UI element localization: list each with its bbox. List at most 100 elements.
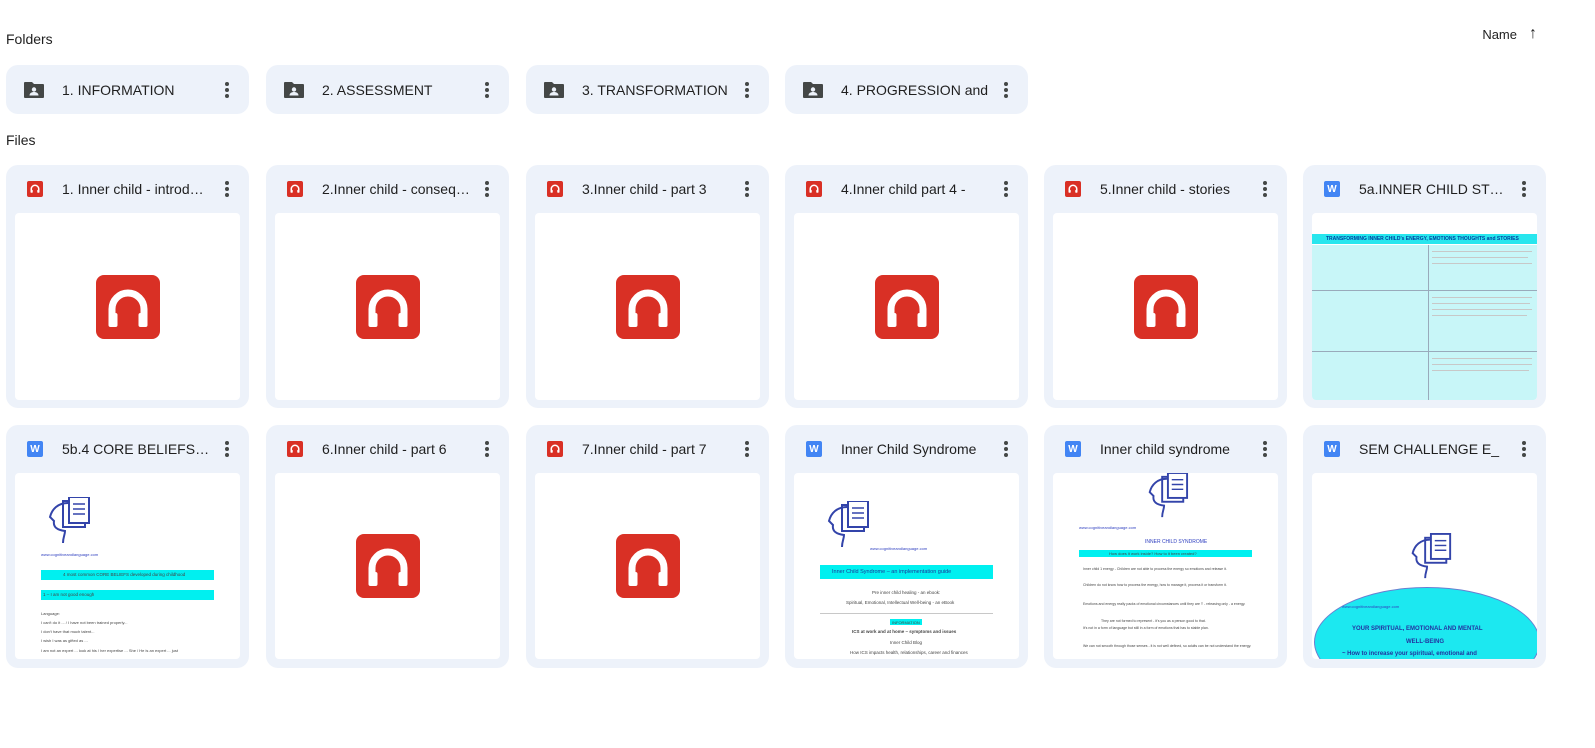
headphones-icon xyxy=(874,274,939,339)
more-actions-icon[interactable] xyxy=(1257,180,1273,198)
document-url: www.cognitiveandlanguage.com xyxy=(1342,604,1400,609)
file-thumbnail xyxy=(275,213,500,400)
file-name: 7.Inner child - part 7 xyxy=(582,441,707,457)
file-card[interactable]: 6.Inner child - part 6 xyxy=(266,425,509,668)
file-card[interactable]: W 5a.INNER CHILD STORIES TRANSFORMING IN… xyxy=(1303,165,1546,408)
document-text-line: I can't do it ... / I have not been trai… xyxy=(41,620,128,625)
shared-folder-icon xyxy=(544,81,564,98)
more-actions-icon[interactable] xyxy=(739,440,755,458)
document-title-text: INNER CHILD SYNDROME xyxy=(1145,539,1208,545)
file-card[interactable]: 2.Inner child - consequences xyxy=(266,165,509,408)
document-text-line: YOUR SPIRITUAL, EMOTIONAL AND MENTAL xyxy=(1352,626,1483,632)
more-actions-icon[interactable] xyxy=(219,81,235,99)
audio-file-icon xyxy=(287,181,303,197)
file-name: SEM CHALLENGE E_ xyxy=(1359,441,1500,457)
file-name: 3.Inner child - part 3 xyxy=(582,181,707,197)
document-text-line: Inner child 1 energy - Children are not … xyxy=(1083,567,1227,571)
file-name: 5b.4 CORE BELIEFS.docx xyxy=(62,441,210,457)
more-actions-icon[interactable] xyxy=(1516,180,1532,198)
headphones-icon xyxy=(95,274,160,339)
file-card[interactable]: 3.Inner child - part 3 xyxy=(526,165,769,408)
more-actions-icon[interactable] xyxy=(1516,440,1532,458)
headphones-icon xyxy=(615,274,680,339)
document-text-line: Children do not know how to process the … xyxy=(1083,583,1227,587)
audio-file-icon xyxy=(1065,181,1081,197)
folder-item[interactable]: 1. INFORMATION xyxy=(6,65,249,114)
document-url: www.cognitiveandlanguage.com xyxy=(1079,525,1137,530)
document-url: www.cognitiveandlanguage.com xyxy=(41,552,99,557)
file-thumbnail: www.cognitiveandlanguage.com 4 most comm… xyxy=(15,473,240,659)
file-card[interactable]: 4.Inner child part 4 - xyxy=(785,165,1028,408)
file-thumbnail xyxy=(1053,213,1278,400)
more-actions-icon[interactable] xyxy=(998,81,1014,99)
folder-item[interactable]: 3. TRANSFORMATION xyxy=(526,65,769,114)
file-thumbnail xyxy=(794,213,1019,400)
document-header-text: TRANSFORMING INNER CHILD's ENERGY, EMOTI… xyxy=(1326,236,1519,242)
document-banner-text: Inner Child Syndrome – an implementation… xyxy=(832,569,952,575)
file-card[interactable]: W Inner Child Syndrome www.cognitiveandl… xyxy=(785,425,1028,668)
document-text-line: ~ How to increase your spiritual, emotio… xyxy=(1342,651,1477,657)
folder-item[interactable]: 4. PROGRESSION and xyxy=(785,65,1028,114)
document-text-line: They are not formed to represent - it's … xyxy=(1101,619,1206,623)
head-book-logo-icon xyxy=(1148,473,1189,518)
more-actions-icon[interactable] xyxy=(219,180,235,198)
file-name: Inner child syndrome xyxy=(1100,441,1230,457)
file-name: Inner Child Syndrome xyxy=(841,441,977,457)
file-name: 1. Inner child - introduction xyxy=(62,181,210,197)
more-actions-icon[interactable] xyxy=(479,81,495,99)
more-actions-icon[interactable] xyxy=(739,180,755,198)
audio-file-icon xyxy=(547,181,563,197)
file-card[interactable]: W Inner child syndrome www.cognitiveandl… xyxy=(1044,425,1287,668)
more-actions-icon[interactable] xyxy=(219,440,235,458)
head-book-logo-icon xyxy=(827,501,869,548)
document-text-line: Spiritual, Emotional, Intellectual Well-… xyxy=(846,600,955,605)
word-document-icon: W xyxy=(27,441,43,457)
folder-name: 3. TRANSFORMATION xyxy=(582,81,728,98)
document-text-line: WELL-BEING xyxy=(1406,639,1444,645)
more-actions-icon[interactable] xyxy=(479,440,495,458)
file-name: 2.Inner child - consequences xyxy=(322,181,470,197)
document-text-line: Emotions and energy really packs of emot… xyxy=(1083,602,1246,606)
file-thumbnail: www.cognitiveandlanguage.com YOUR SPIRIT… xyxy=(1312,473,1537,659)
cyan-ellipse-shape xyxy=(1314,587,1537,659)
headphones-icon xyxy=(355,274,420,339)
files-section-title: Files xyxy=(6,132,36,148)
document-text-line: How ICS impacts health, relationships, c… xyxy=(850,650,968,655)
file-name: 5a.INNER CHILD STORIES xyxy=(1359,181,1507,197)
file-thumbnail xyxy=(535,473,760,659)
more-actions-icon[interactable] xyxy=(1257,440,1273,458)
more-actions-icon[interactable] xyxy=(998,440,1014,458)
file-card[interactable]: 7.Inner child - part 7 xyxy=(526,425,769,668)
file-name: 6.Inner child - part 6 xyxy=(322,441,447,457)
more-actions-icon[interactable] xyxy=(998,180,1014,198)
file-name: 4.Inner child part 4 - xyxy=(841,181,966,197)
document-text-line: Pre inner child healing - an ebook: xyxy=(872,590,941,595)
head-book-logo-icon xyxy=(48,497,90,544)
document-text-line: I wish I was as gifted as ... xyxy=(41,638,88,643)
sort-control[interactable]: Name ↑ xyxy=(1482,26,1537,42)
folder-name: 2. ASSESSMENT xyxy=(322,81,433,98)
headphones-icon xyxy=(615,534,680,598)
document-banner-text: 4 most common CORE BELIEFS developed dur… xyxy=(63,572,186,577)
sort-label: Name xyxy=(1482,26,1517,42)
word-document-icon: W xyxy=(806,441,822,457)
document-tag-text: INFORMATION xyxy=(892,620,920,625)
more-actions-icon[interactable] xyxy=(739,81,755,99)
document-text-line: ICS at work and at home – symptoms and i… xyxy=(852,629,957,634)
file-card[interactable]: W 5b.4 CORE BELIEFS.docx www.cognitivean… xyxy=(6,425,249,668)
file-card[interactable]: 1. Inner child - introduction xyxy=(6,165,249,408)
document-banner-text: 1 – I am not good enough xyxy=(43,592,95,597)
file-thumbnail xyxy=(275,473,500,659)
word-document-icon: W xyxy=(1324,181,1340,197)
file-name: 5.Inner child - stories xyxy=(1100,181,1230,197)
folder-item[interactable]: 2. ASSESSMENT xyxy=(266,65,509,114)
shared-folder-icon xyxy=(284,81,304,98)
file-card[interactable]: 5.Inner child - stories xyxy=(1044,165,1287,408)
file-thumbnail: www.cognitiveandlanguage.com INNER CHILD… xyxy=(1053,473,1278,659)
file-thumbnail: TRANSFORMING INNER CHILD's ENERGY, EMOTI… xyxy=(1312,213,1537,400)
document-text-line: Language: xyxy=(41,611,60,616)
headphones-icon xyxy=(1133,274,1198,339)
file-card[interactable]: W SEM CHALLENGE E_ www.cognitiveandlangu… xyxy=(1303,425,1546,668)
more-actions-icon[interactable] xyxy=(479,180,495,198)
folder-name: 4. PROGRESSION and xyxy=(841,81,989,98)
